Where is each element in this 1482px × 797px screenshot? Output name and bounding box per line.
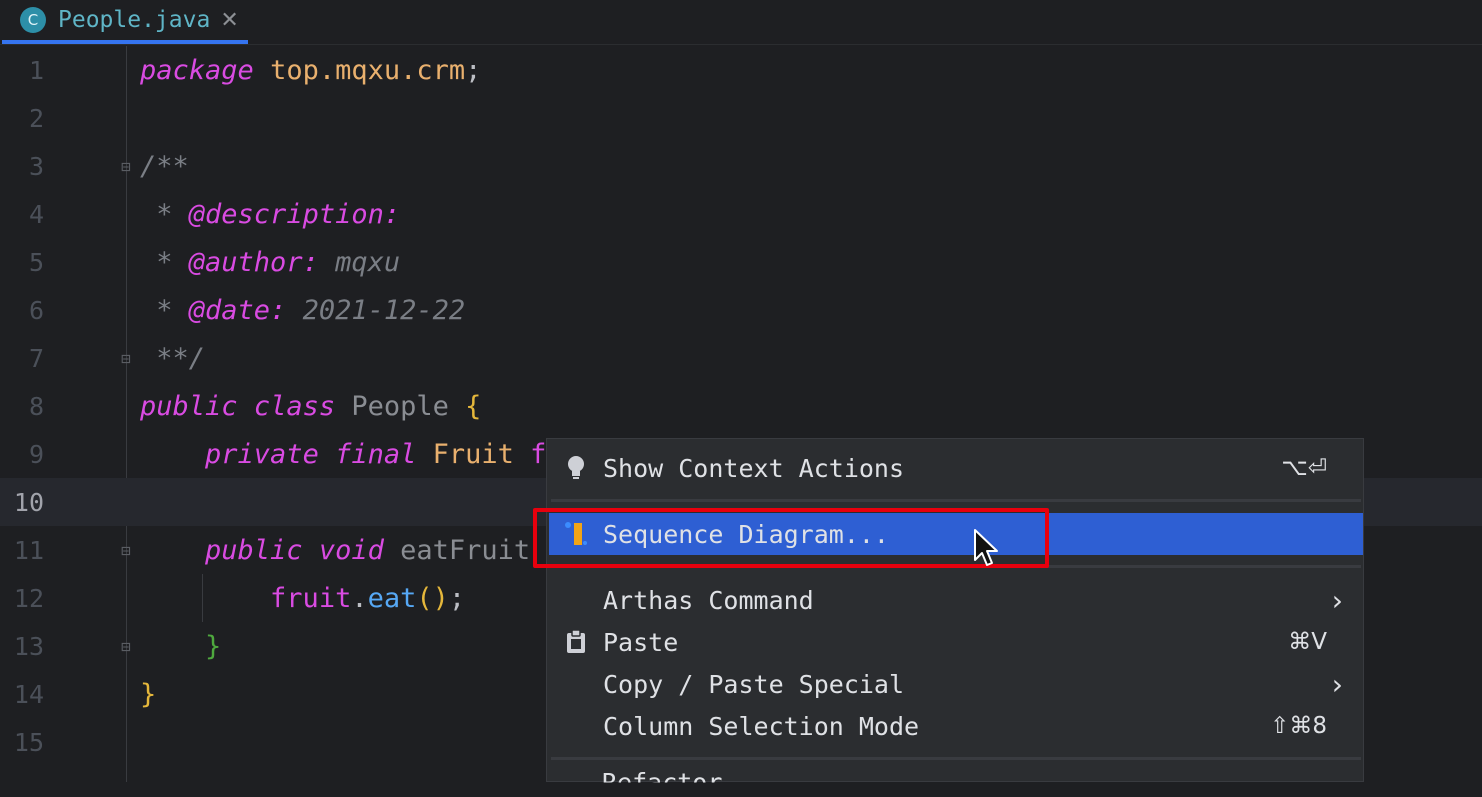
fold-icon[interactable]: ⊟ [116, 347, 136, 369]
chevron-right-icon: › [1331, 583, 1343, 617]
fold-icon[interactable]: ⊟ [116, 155, 136, 177]
context-menu: Show Context Actions ⌥⏎ Sequence Diagram… [546, 438, 1364, 782]
comment: /** [140, 150, 189, 182]
type-name: Fruit [432, 438, 514, 470]
package-name: top.mqxu.crm [270, 54, 466, 86]
menu-separator [551, 757, 1361, 760]
line-number: 10 [13, 487, 44, 517]
menu-separator [551, 499, 1361, 502]
chevron-right-icon: › [1331, 667, 1343, 701]
line-number: 1 [28, 55, 44, 85]
lightbulb-icon [565, 455, 587, 481]
class-name: People [351, 390, 449, 422]
code-line[interactable]: 7 ⊟ **/ [0, 334, 1482, 382]
fold-icon[interactable]: ⊟ [116, 635, 136, 657]
mouse-cursor-icon [974, 529, 998, 566]
menu-item-column-selection-mode[interactable]: Column Selection Mode ⇧⌘8 [549, 705, 1363, 747]
keyword: package [140, 54, 254, 86]
line-number: 7 [28, 343, 44, 373]
menu-item-copy-paste-special[interactable]: Copy / Paste Special › [549, 663, 1363, 705]
editor-tab-bar: C People.java ✕ [0, 0, 1482, 45]
code-line[interactable]: 3 ⊟ /** [0, 142, 1482, 190]
code-line[interactable]: 4 * @description: [0, 190, 1482, 238]
code-line[interactable]: 1 package top.mqxu.crm; [0, 46, 1482, 94]
line-number: 11 [13, 535, 44, 565]
menu-item-paste[interactable]: Paste ⌘V [549, 621, 1363, 663]
fold-icon[interactable]: ⊟ [116, 539, 136, 561]
code-line[interactable]: 5 * @author: mqxu [0, 238, 1482, 286]
method-name: eatFruit [400, 534, 531, 566]
line-number: 8 [28, 391, 44, 421]
code-line[interactable]: 6 * @date: 2021-12-22 [0, 286, 1482, 334]
line-number: 4 [28, 199, 44, 229]
tab-title: People.java [58, 7, 211, 33]
line-number: 3 [28, 151, 44, 181]
close-icon[interactable]: ✕ [220, 8, 238, 33]
javadoc-tag: @description: [188, 198, 401, 230]
line-number: 2 [28, 103, 44, 133]
line-number: 6 [28, 295, 44, 325]
code-line[interactable]: 8 public class People { [0, 382, 1482, 430]
menu-item-refactor[interactable]: Refactor [602, 768, 722, 783]
code-line[interactable]: 2 [0, 94, 1482, 142]
line-number: 15 [13, 727, 44, 757]
clipboard-icon [565, 629, 587, 655]
line-number: 13 [13, 631, 44, 661]
shortcut: ⇧⌘8 [1270, 713, 1327, 739]
shortcut: ⌥⏎ [1281, 455, 1327, 481]
javadoc-tag: @date: [188, 294, 287, 326]
menu-item-show-context-actions[interactable]: Show Context Actions ⌥⏎ [549, 447, 1363, 489]
java-class-icon: C [20, 7, 46, 33]
line-number: 14 [13, 679, 44, 709]
comment: **/ [140, 342, 206, 374]
javadoc-tag: @author: [188, 246, 319, 278]
tab-people-java[interactable]: C People.java ✕ [2, 0, 248, 44]
line-number: 5 [28, 247, 44, 277]
line-number: 9 [28, 439, 44, 469]
shortcut: ⌘V [1288, 629, 1327, 655]
menu-item-arthas-command[interactable]: Arthas Command › [549, 579, 1363, 621]
line-number: 12 [13, 583, 44, 613]
